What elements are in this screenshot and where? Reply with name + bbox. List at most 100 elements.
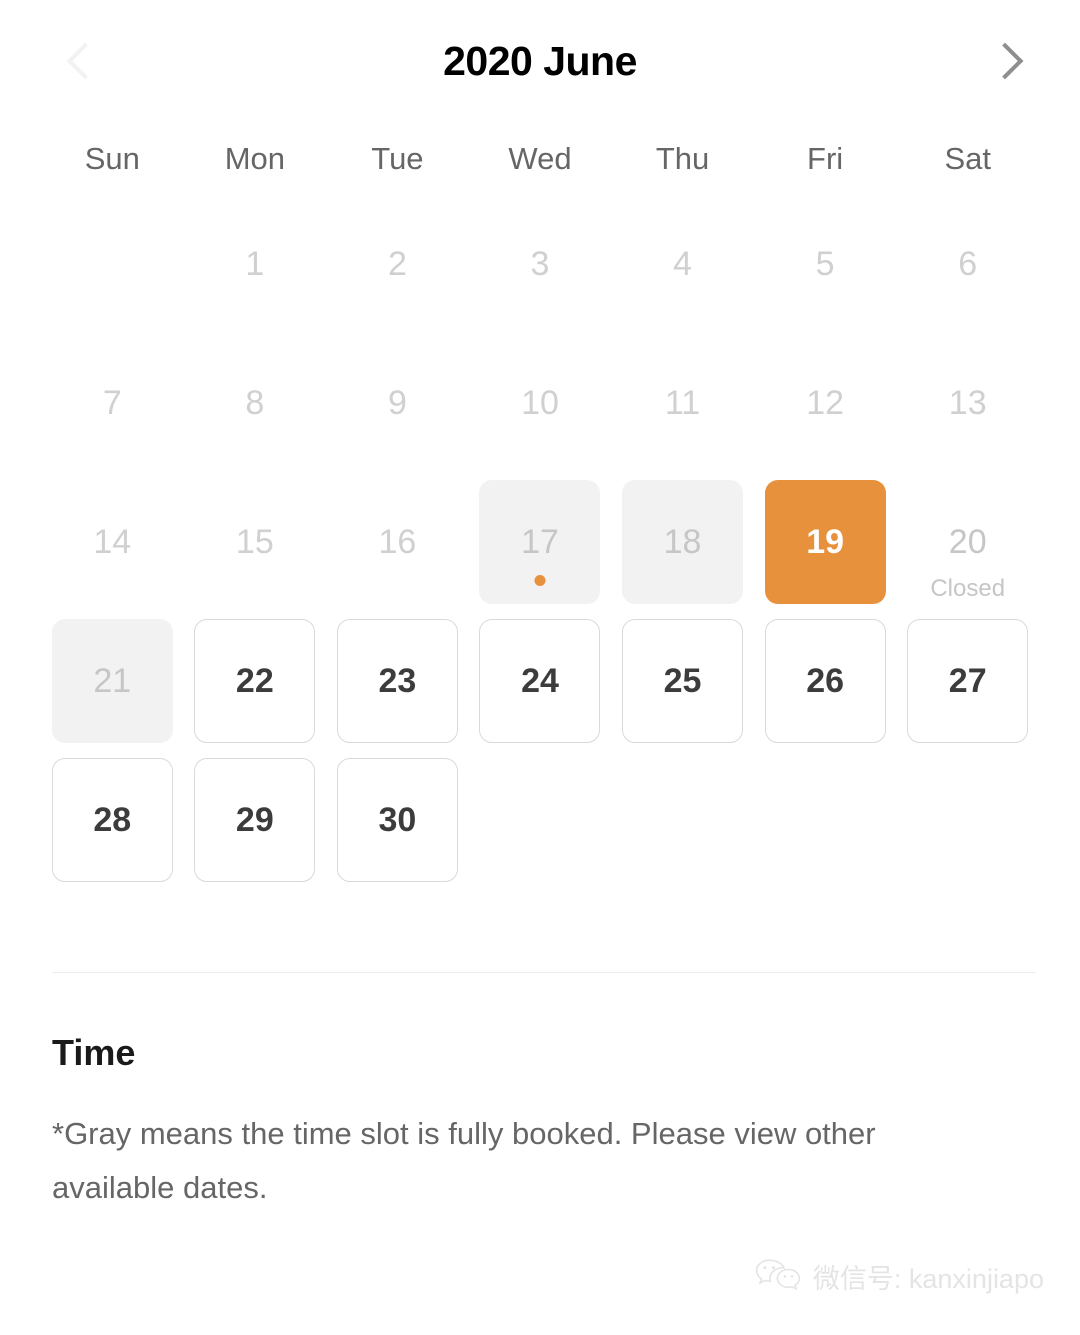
calendar-day-7: 7 [41, 333, 184, 472]
weekday-header-row: Sun Mon Tue Wed Thu Fri Sat [0, 122, 1080, 194]
page-title: 2020 June [443, 37, 637, 84]
day-number: 29 [235, 800, 274, 839]
calendar-day-16: 16 [326, 472, 469, 611]
day-box: 30 [336, 757, 458, 882]
day-box: 13 [907, 341, 1028, 465]
calendar-day-8: 8 [184, 333, 327, 472]
calendar-day-9: 9 [326, 333, 469, 472]
day-number: 22 [235, 661, 274, 700]
weekday-label-fri: Fri [807, 140, 844, 176]
chevron-left-icon [66, 42, 104, 80]
weekday-label-mon: Mon [224, 140, 285, 176]
calendar-day-5: 5 [754, 194, 897, 333]
time-section: Time *Gray means the time slot is fully … [0, 1035, 1080, 1216]
day-box: 21 [51, 618, 173, 743]
calendar-day-2: 2 [326, 194, 469, 333]
day-number: 23 [378, 661, 417, 700]
calendar-day-12: 12 [754, 333, 897, 472]
day-number: 18 [663, 522, 702, 561]
calendar-day-24[interactable]: 24 [469, 611, 612, 750]
day-number: 5 [815, 244, 835, 283]
calendar-day-29[interactable]: 29 [184, 750, 327, 889]
day-number: 3 [530, 244, 550, 283]
day-number: 7 [102, 383, 122, 422]
calendar-day-4: 4 [611, 194, 754, 333]
weekday-label-sun: Sun [84, 140, 140, 176]
day-box: 11 [622, 341, 743, 465]
day-number: 6 [958, 244, 978, 283]
day-box: 28 [51, 757, 173, 882]
day-number: 14 [93, 522, 132, 561]
day-number: 15 [235, 522, 274, 561]
day-number: 26 [806, 661, 845, 700]
day-box: 19 [764, 479, 886, 604]
calendar-day-3: 3 [469, 194, 612, 333]
calendar-day-27[interactable]: 27 [896, 611, 1039, 750]
wechat-icon [755, 1258, 801, 1301]
calendar-day-10: 10 [469, 333, 612, 472]
day-box: 26 [764, 618, 886, 743]
calendar-day-19[interactable]: 19 [754, 472, 897, 611]
calendar-cell-empty [41, 194, 184, 333]
calendar-day-14: 14 [41, 472, 184, 611]
day-number: 1 [245, 244, 265, 283]
time-availability-note: *Gray means the time slot is fully booke… [52, 1116, 876, 1206]
calendar-day-25[interactable]: 25 [611, 611, 754, 750]
day-number: 13 [948, 383, 987, 422]
day-number: 20 [948, 522, 987, 561]
day-number: 2 [387, 244, 407, 283]
day-number: 27 [948, 661, 987, 700]
prev-month-button[interactable] [50, 26, 120, 96]
calendar-grid: 1 2 3 4 5 6 7 8 9 10 11 12 13 14 15 16 17 18 19 20 Closed 21 2… [0, 194, 1080, 889]
weekday-label-thu: Thu [655, 140, 710, 176]
day-number: 17 [521, 522, 559, 561]
calendar-day-11: 11 [611, 333, 754, 472]
calendar-header: 2020 June [0, 0, 1080, 122]
day-box: 10 [479, 341, 600, 465]
day-number: 30 [378, 800, 417, 839]
watermark-text: 微信号: kanxinjiapo [812, 1264, 1044, 1294]
day-box: 16 [337, 480, 458, 604]
day-box: 14 [52, 480, 173, 604]
calendar-day-17: 17 [469, 472, 612, 611]
day-number: 11 [664, 383, 701, 422]
day-number: 9 [387, 383, 407, 422]
day-box: 5 [765, 202, 886, 326]
day-number: 10 [521, 383, 559, 422]
day-number: 21 [93, 661, 132, 700]
weekday-label-wed: Wed [508, 140, 572, 176]
calendar-day-23[interactable]: 23 [326, 611, 469, 750]
calendar-day-20: 20 Closed [896, 472, 1039, 611]
day-number: 12 [806, 383, 845, 422]
calendar-day-30[interactable]: 30 [326, 750, 469, 889]
closed-label: Closed [930, 575, 1006, 602]
watermark: 微信号: kanxinjiapo [755, 1258, 1044, 1301]
calendar-day-6: 6 [896, 194, 1039, 333]
weekday-label-sat: Sat [944, 140, 991, 176]
day-box: 1 [194, 202, 315, 326]
next-month-button[interactable] [970, 26, 1040, 96]
day-box: 3 [479, 202, 600, 326]
day-box: 17 [479, 479, 601, 604]
availability-dot-icon [534, 574, 546, 586]
calendar-day-22[interactable]: 22 [184, 611, 327, 750]
calendar-day-18: 18 [611, 472, 754, 611]
day-box: 23 [336, 618, 458, 743]
day-number: 8 [245, 383, 265, 422]
day-box: 7 [52, 341, 173, 465]
day-box: 18 [622, 479, 744, 604]
chevron-right-icon [986, 42, 1024, 80]
day-box: 4 [622, 202, 743, 326]
calendar-day-21: 21 [41, 611, 184, 750]
time-heading: Time [52, 1032, 136, 1073]
day-box: 27 [907, 618, 1029, 743]
day-box: 9 [337, 341, 458, 465]
calendar-day-26[interactable]: 26 [754, 611, 897, 750]
weekday-label-tue: Tue [371, 140, 424, 176]
calendar-day-28[interactable]: 28 [41, 750, 184, 889]
section-divider [52, 972, 1036, 973]
day-box: 8 [194, 341, 315, 465]
day-box: 22 [194, 618, 316, 743]
day-box: 15 [194, 480, 315, 604]
day-box: 24 [479, 618, 601, 743]
